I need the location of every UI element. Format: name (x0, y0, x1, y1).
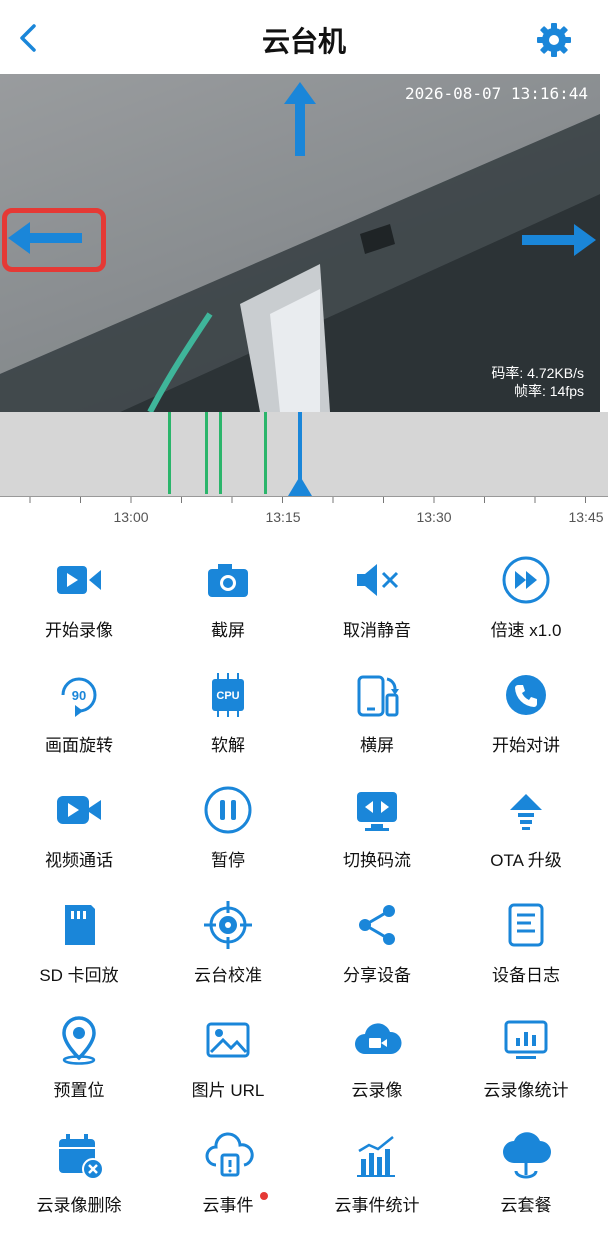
control-switch-stream-button[interactable]: 切换码流 (302, 762, 452, 877)
control-label: 云台校准 (194, 966, 262, 985)
calendar-delete-icon (59, 1134, 104, 1180)
bar-chart-icon (357, 1136, 395, 1177)
control-location-pin-button[interactable]: 预置位 (4, 992, 154, 1107)
time-label: 13:45 (568, 509, 604, 525)
control-upgrade-button[interactable]: OTA 升级 (451, 762, 601, 877)
video-stats: 码率: 4.72KB/s 帧率: 14fps (491, 364, 584, 400)
playback-timeline[interactable] (0, 412, 608, 496)
control-crosshair-button[interactable]: 云台校准 (153, 877, 303, 992)
time-label: 13:30 (416, 509, 452, 525)
landscape-icon (357, 675, 399, 717)
control-label: 图片 URL (191, 1081, 265, 1100)
control-pause-button[interactable]: 暂停 (153, 762, 303, 877)
control-label: 软解 (211, 736, 245, 755)
pause-icon (204, 786, 252, 834)
control-fast-forward-button[interactable]: 倍速 x1.0 (451, 532, 601, 647)
pan-left-arrow-icon[interactable] (8, 222, 82, 254)
rotate-90-icon: 90 (61, 677, 97, 717)
cloud-plan-icon (503, 1132, 551, 1179)
cloud-event-icon (205, 1132, 254, 1177)
control-label: 设备日志 (492, 966, 560, 985)
control-cloud-plan-button[interactable]: 云套餐 (451, 1107, 601, 1222)
control-label: 云事件 (202, 1196, 254, 1215)
control-landscape-button[interactable]: 横屏 (302, 647, 452, 762)
control-label: OTA 升级 (490, 851, 562, 870)
control-bar-chart-button[interactable]: 云事件统计 (302, 1107, 452, 1222)
control-video-camera-button[interactable]: 开始录像 (4, 532, 154, 647)
control-sd-card-button[interactable]: SD 卡回放 (4, 877, 154, 992)
upgrade-icon (510, 794, 542, 830)
pan-up-arrow-icon[interactable] (284, 82, 316, 156)
control-image-button[interactable]: 图片 URL (153, 992, 303, 1107)
control-label: 切换码流 (343, 851, 411, 870)
time-label: 13:00 (113, 509, 149, 525)
bitrate-readout: 码率: 4.72KB/s (491, 365, 584, 381)
video-camera-icon (57, 566, 101, 594)
share-icon (359, 905, 395, 945)
svg-text:CPU: CPU (216, 690, 239, 702)
control-label: 云事件统计 (334, 1196, 420, 1215)
camera-icon (208, 564, 248, 597)
control-label: 暂停 (211, 851, 245, 870)
phone-icon (506, 675, 546, 715)
control-label: SD 卡回放 (39, 966, 119, 985)
cloud-video-icon (355, 1023, 402, 1054)
control-phone-button[interactable]: 开始对讲 (451, 647, 601, 762)
control-mute-button[interactable]: 取消静音 (302, 532, 452, 647)
sd-card-icon (65, 905, 95, 945)
timeline-scale: 13:00 13:15 13:30 13:45 (0, 496, 608, 533)
cpu-icon: CPU (212, 673, 244, 717)
chart-monitor-icon (504, 1020, 548, 1059)
control-label: 云录像统计 (483, 1081, 569, 1100)
control-video-call-button[interactable]: 视频通话 (4, 762, 154, 877)
video-timestamp: 2026-08-07 13:16:44 (404, 84, 588, 103)
control-label: 分享设备 (343, 966, 411, 985)
log-icon (508, 903, 544, 947)
event-marker[interactable] (219, 412, 222, 494)
event-marker[interactable] (264, 412, 267, 494)
notification-dot (260, 1192, 268, 1200)
control-share-button[interactable]: 分享设备 (302, 877, 452, 992)
gear-icon[interactable] (534, 20, 574, 60)
control-label: 画面旋转 (45, 736, 113, 755)
header-bar: 云台机 (0, 0, 608, 74)
video-call-icon (57, 796, 101, 824)
control-label: 横屏 (360, 736, 394, 755)
control-log-button[interactable]: 设备日志 (451, 877, 601, 992)
control-chart-monitor-button[interactable]: 云录像统计 (451, 992, 601, 1107)
location-pin-icon (62, 1016, 96, 1065)
control-rotate-90-button[interactable]: 90 画面旋转 (4, 647, 154, 762)
event-marker[interactable] (205, 412, 208, 494)
control-cpu-button[interactable]: CPU 软解 (153, 647, 303, 762)
control-label: 视频通话 (45, 851, 113, 870)
control-label: 开始录像 (45, 621, 113, 640)
pan-right-arrow-icon[interactable] (522, 224, 596, 256)
switch-stream-icon (357, 792, 397, 831)
control-label: 预置位 (53, 1081, 105, 1100)
control-camera-button[interactable]: 截屏 (153, 532, 303, 647)
control-calendar-delete-button[interactable]: 云录像删除 (4, 1107, 154, 1222)
control-label: 云录像删除 (36, 1196, 122, 1215)
crosshair-icon (204, 901, 252, 949)
event-marker[interactable] (168, 412, 171, 494)
image-icon (206, 1022, 250, 1058)
video-feed[interactable]: 2026-08-07 13:16:44 码率: 4.72KB/s 帧率: 14f… (0, 74, 600, 412)
svg-text:90: 90 (72, 688, 86, 703)
control-label: 取消静音 (343, 621, 411, 640)
control-label: 倍速 x1.0 (490, 621, 562, 640)
mute-icon (357, 564, 399, 596)
control-label: 开始对讲 (492, 736, 560, 755)
control-label: 云套餐 (500, 1196, 552, 1215)
control-label: 云录像 (351, 1081, 403, 1100)
playhead-handle[interactable] (288, 476, 312, 496)
control-cloud-video-button[interactable]: 云录像 (302, 992, 452, 1107)
control-label: 截屏 (211, 621, 245, 640)
page-title: 云台机 (261, 26, 346, 57)
framerate-readout: 帧率: 14fps (513, 383, 584, 399)
fast-forward-icon (502, 556, 550, 604)
time-label: 13:15 (265, 509, 301, 525)
control-cloud-event-button[interactable]: 云事件 (153, 1107, 303, 1222)
